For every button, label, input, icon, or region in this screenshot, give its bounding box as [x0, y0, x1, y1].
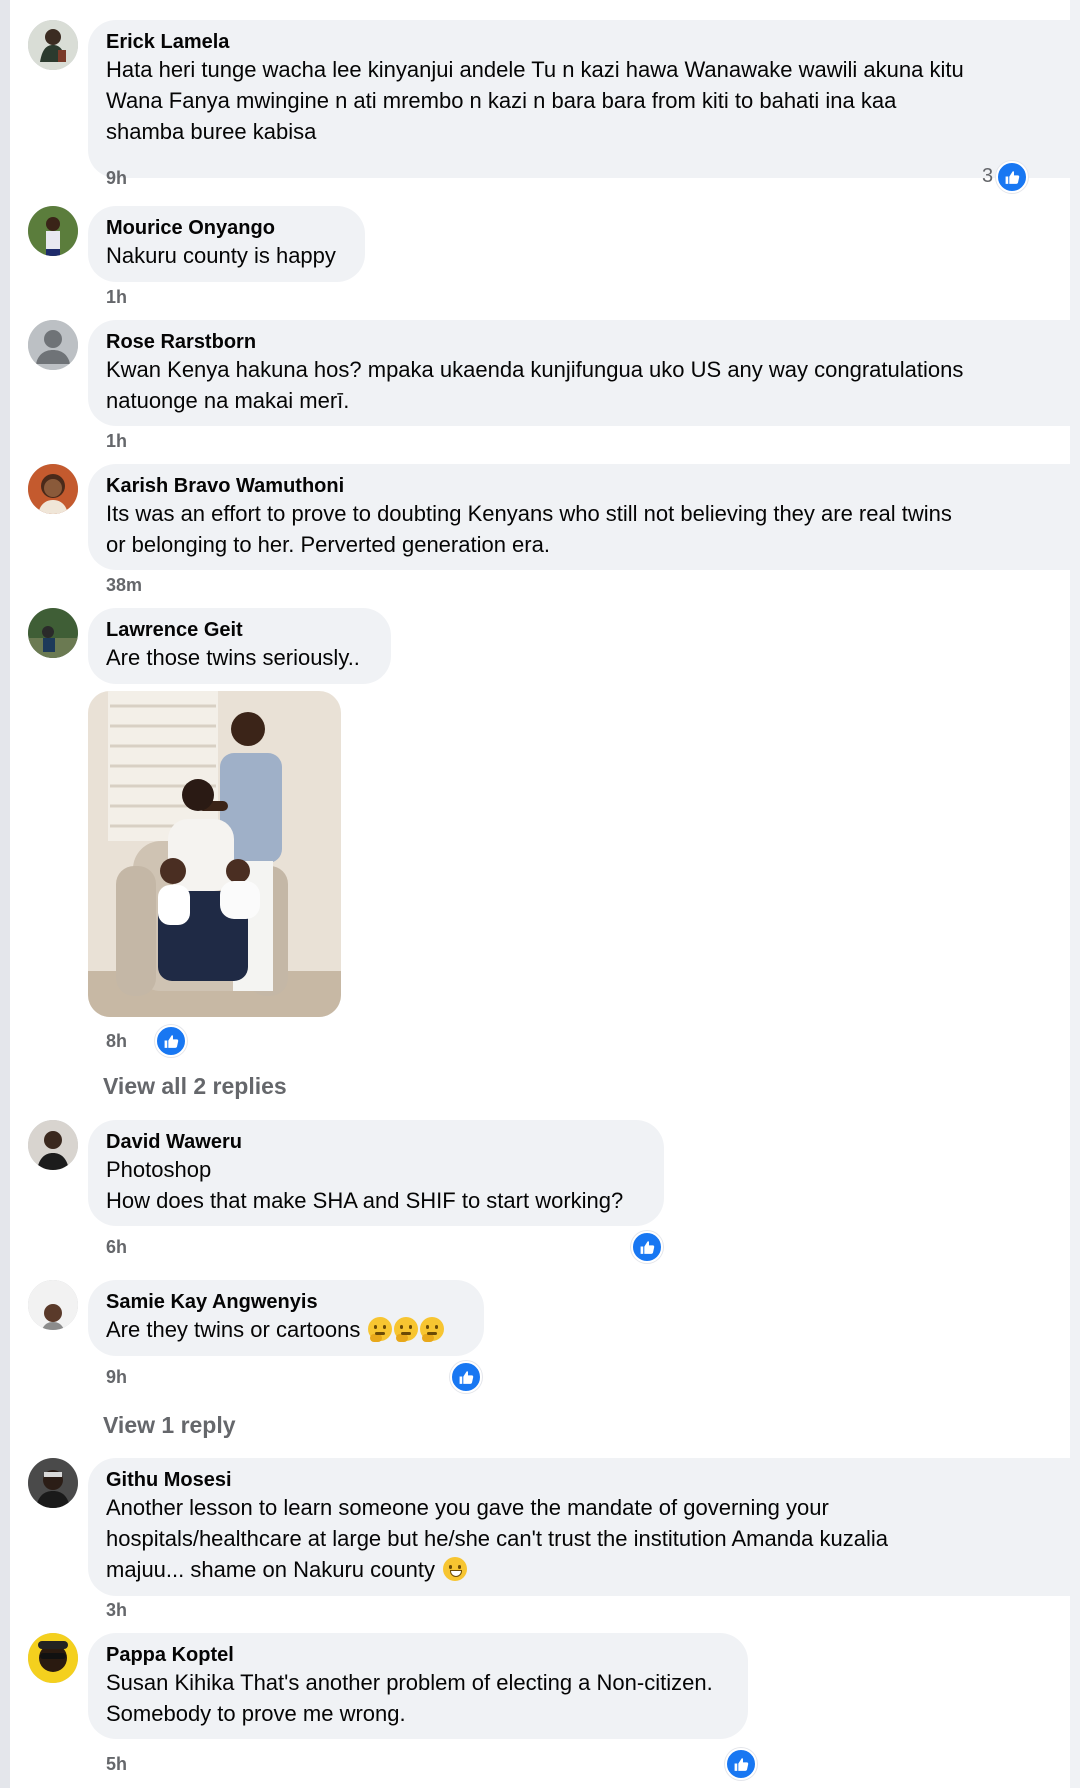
comment-timestamp[interactable]: 38m — [106, 575, 142, 596]
comment-timestamp[interactable]: 6h — [106, 1237, 127, 1258]
comment-bubble: Mourice Onyango Nakuru county is happy — [88, 206, 365, 282]
default-avatar-icon[interactable] — [28, 320, 78, 370]
comment-timestamp[interactable]: 9h — [106, 168, 127, 189]
comment-author[interactable]: Rose Rarstborn — [106, 330, 1080, 354]
comment-text-line: Photoshop — [106, 1157, 212, 1182]
avatar[interactable] — [28, 1120, 78, 1170]
comment-text-line: Nakuru county is happy — [106, 243, 336, 268]
comment-author[interactable]: Githu Mosesi — [106, 1468, 1080, 1492]
comment-author[interactable]: Pappa Koptel — [106, 1643, 730, 1667]
comment-author[interactable]: Karish Bravo Wamuthoni — [106, 474, 1080, 498]
avatar[interactable] — [28, 1280, 78, 1330]
comment-text: majuu... shame on Nakuru county — [106, 1557, 435, 1582]
comment-timestamp[interactable]: 5h — [106, 1754, 127, 1775]
comment-text-line: or belonging to her. Perverted generatio… — [106, 532, 550, 557]
comment-text-line: Another lesson to learn someone you gave… — [106, 1495, 829, 1520]
avatar[interactable] — [28, 20, 78, 70]
thinking-face-emoji — [394, 1317, 419, 1342]
comment-text-line: natuonge na makai merī. — [106, 388, 350, 413]
comment-timestamp[interactable]: 3h — [106, 1600, 127, 1621]
reaction-count[interactable]: 3 — [982, 165, 993, 188]
comment-bubble: Rose Rarstborn Kwan Kenya hakuna hos? mp… — [88, 320, 1080, 426]
like-reaction-icon[interactable] — [725, 1748, 757, 1780]
comment-author[interactable]: Mourice Onyango — [106, 216, 347, 240]
like-reaction-icon[interactable] — [631, 1231, 663, 1263]
comment-text-line: Are those twins seriously.. — [106, 645, 360, 670]
thinking-face-emoji — [368, 1317, 393, 1342]
comment-author[interactable]: Lawrence Geit — [106, 618, 373, 642]
avatar[interactable] — [28, 608, 78, 658]
comment-author[interactable]: Samie Kay Angwenyis — [106, 1290, 466, 1314]
comment-author[interactable]: Erick Lamela — [106, 30, 1080, 54]
comment-timestamp[interactable]: 9h — [106, 1367, 127, 1388]
like-reaction-icon[interactable] — [450, 1361, 482, 1393]
comment-bubble: Githu Mosesi Another lesson to learn som… — [88, 1458, 1080, 1596]
comment-text-line: Wana Fanya mwingine n ati mrembo n kazi … — [106, 88, 897, 113]
comment-text-line: Its was an effort to prove to doubting K… — [106, 501, 952, 526]
comment-author[interactable]: David Waweru — [106, 1130, 646, 1154]
comment-text-line: Somebody to prove me wrong. — [106, 1701, 406, 1726]
avatar[interactable] — [28, 464, 78, 514]
avatar[interactable] — [28, 1633, 78, 1683]
left-scroll-rail — [0, 0, 10, 1788]
like-reaction-icon[interactable] — [155, 1025, 187, 1057]
comment-text-line: majuu... shame on Nakuru county — [106, 1554, 1080, 1585]
comment-text-line: Kwan Kenya hakuna hos? mpaka ukaenda kun… — [106, 357, 964, 382]
view-replies-link[interactable]: View 1 reply — [103, 1412, 236, 1439]
comment-bubble: Lawrence Geit Are those twins seriously.… — [88, 608, 391, 684]
comment-text-line: Are they twins or cartoons — [106, 1314, 466, 1345]
comment-text-line: Susan Kihika That's another problem of e… — [106, 1670, 713, 1695]
avatar[interactable] — [28, 206, 78, 256]
view-replies-link[interactable]: View all 2 replies — [103, 1073, 287, 1100]
comment-text-line: Hata heri tunge wacha lee kinyanjui ande… — [106, 57, 964, 82]
thinking-face-emoji — [420, 1317, 445, 1342]
like-reaction-icon[interactable] — [996, 161, 1028, 193]
comment-bubble: Samie Kay Angwenyis Are they twins or ca… — [88, 1280, 484, 1356]
avatar[interactable] — [28, 1458, 78, 1508]
comment-text-line: How does that make SHA and SHIF to start… — [106, 1188, 624, 1213]
comment-text-line: shamba buree kabisa — [106, 119, 317, 144]
comment-bubble: Erick Lamela Hata heri tunge wacha lee k… — [88, 20, 1080, 178]
comment-bubble: David Waweru Photoshop How does that mak… — [88, 1120, 664, 1226]
comment-timestamp[interactable]: 1h — [106, 287, 127, 308]
comment-timestamp[interactable]: 1h — [106, 431, 127, 452]
comment-bubble: Karish Bravo Wamuthoni Its was an effort… — [88, 464, 1080, 570]
comment-timestamp[interactable]: 8h — [106, 1031, 127, 1052]
comment-text: Are they twins or cartoons — [106, 1317, 361, 1342]
comment-bubble: Pappa Koptel Susan Kihika That's another… — [88, 1633, 748, 1739]
comment-text-line: hospitals/healthcare at large but he/she… — [106, 1526, 889, 1551]
grinning-sweat-emoji — [443, 1557, 468, 1581]
comment-photo-attachment[interactable] — [88, 691, 341, 1017]
